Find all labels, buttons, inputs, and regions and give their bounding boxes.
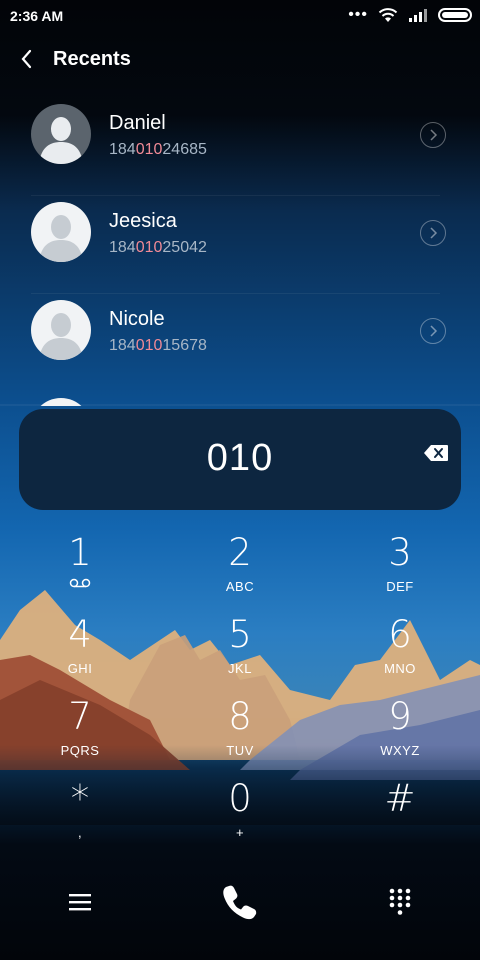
key-hash[interactable]: # bbox=[340, 777, 460, 853]
avatar bbox=[31, 398, 91, 406]
chevron-right-icon bbox=[430, 325, 438, 337]
key-0[interactable]: 0 + bbox=[180, 777, 300, 853]
key-9[interactable]: 9 WXYZ bbox=[340, 695, 460, 771]
contact-name: Nicole bbox=[109, 308, 165, 330]
contact-row[interactable]: Daniel 18401024685 bbox=[0, 98, 480, 196]
key-star[interactable]: * , bbox=[20, 777, 140, 853]
person-icon bbox=[31, 300, 91, 360]
signal-icon bbox=[409, 9, 427, 22]
status-time: 2:36 AM bbox=[10, 8, 64, 24]
page-title: Recents bbox=[53, 48, 131, 70]
contact-details-button[interactable] bbox=[420, 220, 446, 246]
contact-row[interactable]: Nicole 18401015678 bbox=[0, 294, 480, 392]
number-display: 010 bbox=[19, 409, 461, 510]
chevron-left-icon[interactable] bbox=[16, 46, 38, 72]
wifi-icon bbox=[378, 8, 398, 22]
person-icon bbox=[31, 104, 91, 164]
avatar bbox=[31, 202, 91, 262]
number-match: 010 bbox=[135, 141, 163, 158]
contact-name: Daniel bbox=[109, 112, 166, 134]
bottom-action-bar bbox=[0, 870, 480, 940]
contact-row[interactable]: Jeesica 18401025042 bbox=[0, 196, 480, 294]
backspace-icon[interactable] bbox=[423, 444, 449, 462]
dialpad-icon[interactable] bbox=[389, 888, 411, 916]
avatar bbox=[31, 104, 91, 164]
menu-icon[interactable] bbox=[68, 892, 92, 912]
chevron-right-icon bbox=[430, 227, 438, 239]
recents-list: Daniel 18401024685 Jeesica 18401025042 N… bbox=[0, 98, 480, 392]
person-icon bbox=[31, 202, 91, 262]
contact-number: 18401015678 bbox=[109, 337, 207, 354]
phone-icon[interactable] bbox=[220, 882, 260, 922]
contact-details-button[interactable] bbox=[420, 122, 446, 148]
chevron-right-icon bbox=[430, 129, 438, 141]
header: Recents bbox=[0, 38, 480, 82]
contact-number: 18401025042 bbox=[109, 239, 207, 256]
voicemail-icon bbox=[69, 578, 91, 588]
key-4[interactable]: 4 GHI bbox=[20, 613, 140, 689]
dial-keypad: 1 2 ABC 3 DEF 4 GHI 5 JKL 6 MNO 7 PQRS 8… bbox=[0, 525, 480, 845]
key-7[interactable]: 7 PQRS bbox=[20, 695, 140, 771]
key-2[interactable]: 2 ABC bbox=[180, 531, 300, 607]
key-8[interactable]: 8 TUV bbox=[180, 695, 300, 771]
entered-number: 010 bbox=[206, 437, 274, 479]
battery-icon bbox=[438, 8, 472, 22]
status-bar: 2:36 AM ••• bbox=[0, 0, 480, 34]
key-5[interactable]: 5 JKL bbox=[180, 613, 300, 689]
number-match: 010 bbox=[135, 239, 163, 256]
contact-number: 18401024685 bbox=[109, 141, 207, 158]
key-1[interactable]: 1 bbox=[20, 531, 140, 607]
more-dots-icon: ••• bbox=[348, 6, 368, 23]
contact-name: Jeesica bbox=[109, 210, 177, 232]
key-6[interactable]: 6 MNO bbox=[340, 613, 460, 689]
status-icons: ••• bbox=[348, 7, 472, 23]
key-3[interactable]: 3 DEF bbox=[340, 531, 460, 607]
number-match: 010 bbox=[135, 337, 163, 354]
avatar bbox=[31, 300, 91, 360]
contact-details-button[interactable] bbox=[420, 318, 446, 344]
